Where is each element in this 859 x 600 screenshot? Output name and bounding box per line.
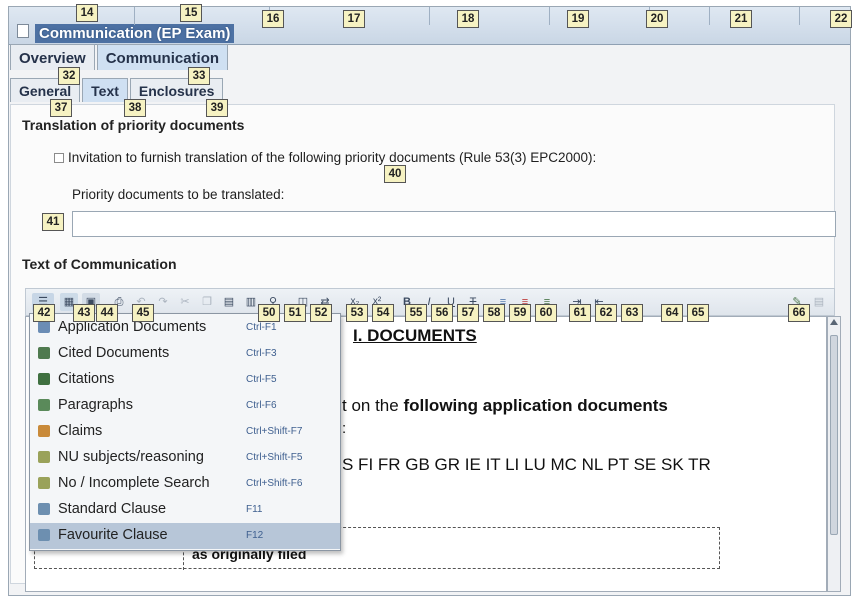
redo-icon[interactable]: ↷ xyxy=(154,293,172,311)
editor-line-3: S FI FR GB GR IE IT LI LU MC NL PT SE SK… xyxy=(342,455,711,474)
translation-checkbox-label: Invitation to furnish translation of the… xyxy=(68,150,597,165)
callout-badge: 54 xyxy=(372,304,394,322)
callout-badge: 60 xyxy=(535,304,557,322)
application-documents-icon xyxy=(38,321,50,333)
callout-badge: 51 xyxy=(284,304,306,322)
citations-icon xyxy=(38,373,50,385)
standard-clause-icon xyxy=(38,503,50,515)
menu-item-favourite-clause[interactable]: Favourite Clause F12 xyxy=(30,523,340,549)
callout-badge: 64 xyxy=(661,304,683,322)
favourite-clause-icon xyxy=(38,529,50,541)
callout-badge: 62 xyxy=(595,304,617,322)
translation-checkbox[interactable] xyxy=(54,153,64,163)
callout-badge: 15 xyxy=(180,4,202,22)
tab-text[interactable]: Text xyxy=(82,78,128,102)
callout-badge: 20 xyxy=(646,10,668,28)
callout-badge: 16 xyxy=(262,10,284,28)
callout-badge: 45 xyxy=(132,304,154,322)
menu-item-citations[interactable]: Citations Ctrl-F5 xyxy=(30,367,340,393)
callout-badge: 18 xyxy=(457,10,479,28)
editor-line-2: : xyxy=(342,420,347,437)
callout-badge: 59 xyxy=(509,304,531,322)
save-icon[interactable]: ▤ xyxy=(810,293,828,311)
callout-badge: 38 xyxy=(124,99,146,117)
cited-documents-icon xyxy=(38,347,50,359)
callout-badge: 65 xyxy=(687,304,709,322)
incomplete-search-icon xyxy=(38,477,50,489)
tab-overview[interactable]: Overview xyxy=(10,44,95,70)
callout-badge: 55 xyxy=(405,304,427,322)
editor-line-1: t on the following application documents xyxy=(342,396,668,415)
callout-badge: 14 xyxy=(76,4,98,22)
doc-heading: I. DOCUMENTS xyxy=(353,326,477,345)
paragraphs-icon xyxy=(38,399,50,411)
menu-item-standard-clause[interactable]: Standard Clause F11 xyxy=(30,497,340,523)
callout-badge: 22 xyxy=(830,10,852,28)
callout-badge: 33 xyxy=(188,67,210,85)
communication-heading: Text of Communication xyxy=(22,256,177,272)
document-icon xyxy=(17,24,29,38)
callout-badge: 61 xyxy=(569,304,591,322)
copy-icon[interactable]: ❐ xyxy=(198,293,216,311)
callout-badge: 66 xyxy=(788,304,810,322)
callout-badge: 44 xyxy=(96,304,118,322)
editor-scrollbar[interactable] xyxy=(827,316,841,592)
callout-badge: 56 xyxy=(431,304,453,322)
callout-badge: 42 xyxy=(33,304,55,322)
callout-badge: 21 xyxy=(730,10,752,28)
insert-menu: Application Documents Ctrl-F1 Cited Docum… xyxy=(29,313,341,551)
cut-icon[interactable]: ✂ xyxy=(176,293,194,311)
title-bar: Communication (EP Exam) xyxy=(9,7,850,45)
menu-item-claims[interactable]: Claims Ctrl+Shift-F7 xyxy=(30,419,340,445)
translation-heading: Translation of priority documents xyxy=(22,117,245,133)
priority-docs-label: Priority documents to be translated: xyxy=(72,187,285,202)
claims-icon xyxy=(38,425,50,437)
callout-badge: 43 xyxy=(73,304,95,322)
menu-item-cited-documents[interactable]: Cited Documents Ctrl-F3 xyxy=(30,341,340,367)
priority-docs-input[interactable] xyxy=(72,211,836,237)
menu-item-incomplete-search[interactable]: No / Incomplete Search Ctrl+Shift-F6 xyxy=(30,471,340,497)
paste-icon[interactable]: ▤ xyxy=(220,293,238,311)
window-title: Communication (EP Exam) xyxy=(35,24,235,43)
nu-subjects-icon xyxy=(38,451,50,463)
callout-badge: 37 xyxy=(50,99,72,117)
callout-badge: 32 xyxy=(58,67,80,85)
callout-badge: 58 xyxy=(483,304,505,322)
callout-badge: 39 xyxy=(206,99,228,117)
callout-badge: 57 xyxy=(457,304,479,322)
callout-badge: 41 xyxy=(42,213,64,231)
callout-badge: 63 xyxy=(621,304,643,322)
translation-checkbox-row[interactable]: Invitation to furnish translation of the… xyxy=(54,150,596,165)
callout-badge: 53 xyxy=(346,304,368,322)
callout-badge: 52 xyxy=(310,304,332,322)
callout-badge: 40 xyxy=(384,165,406,183)
callout-badge: 17 xyxy=(343,10,365,28)
menu-item-nu-subjects[interactable]: NU subjects/reasoning Ctrl+Shift-F5 xyxy=(30,445,340,471)
menu-item-paragraphs[interactable]: Paragraphs Ctrl-F6 xyxy=(30,393,340,419)
callout-badge: 19 xyxy=(567,10,589,28)
callout-badge: 50 xyxy=(258,304,280,322)
